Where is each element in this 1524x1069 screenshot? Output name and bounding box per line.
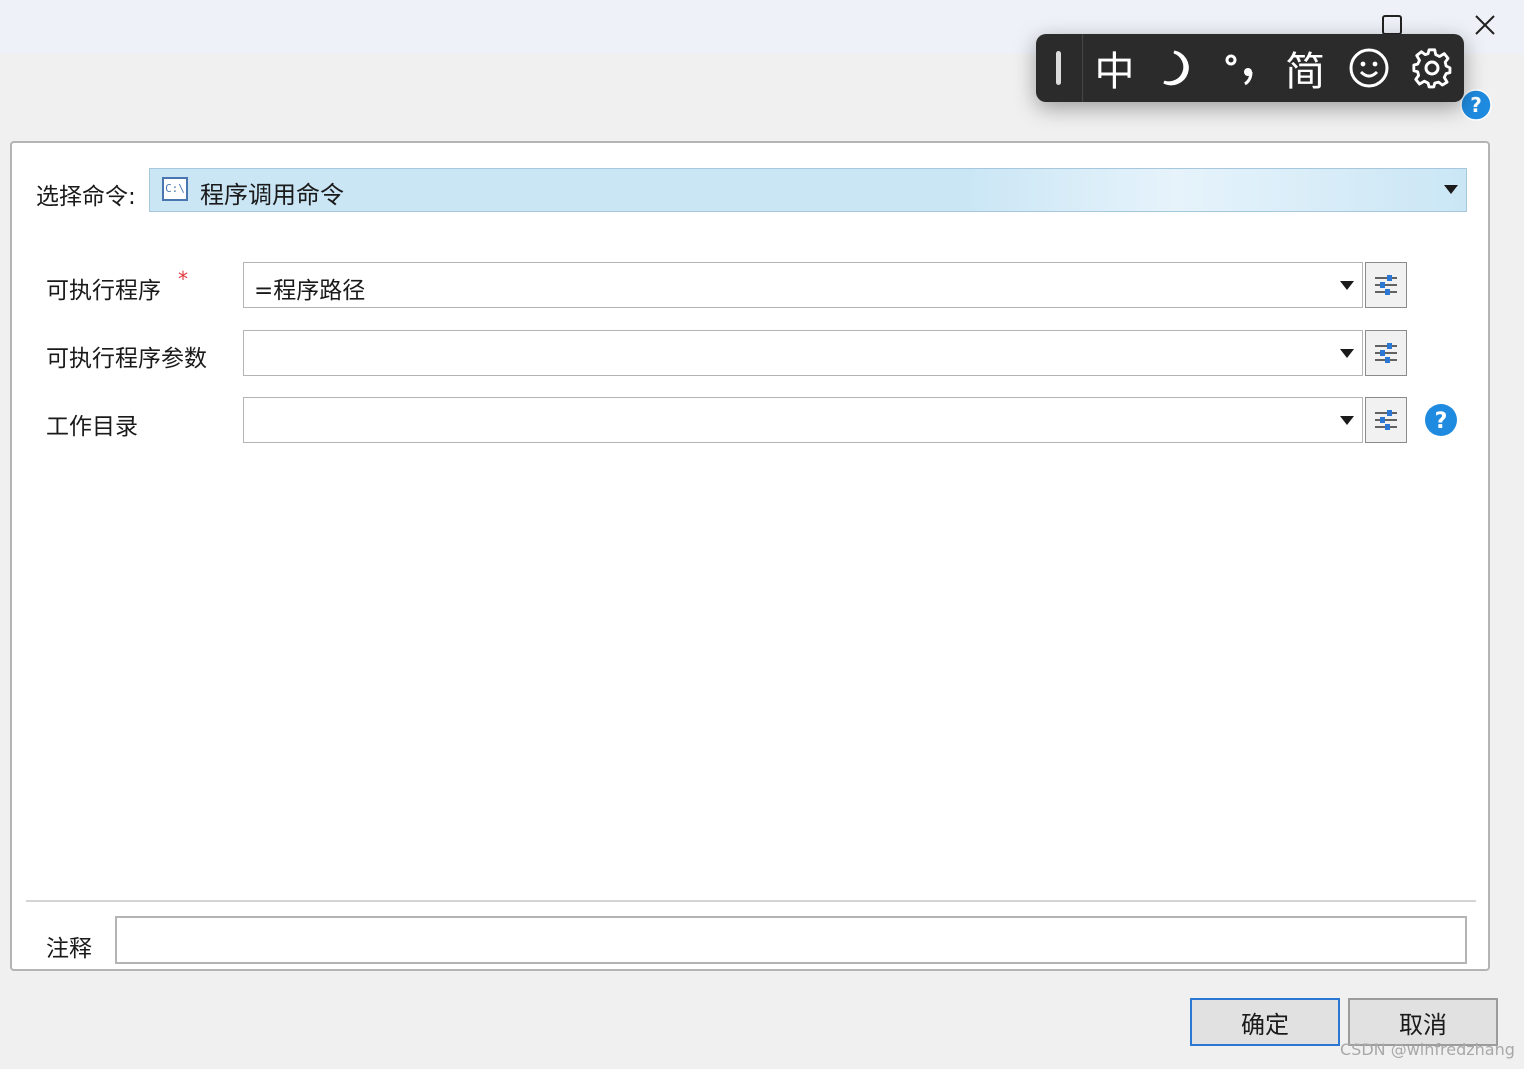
sliders-icon — [1375, 343, 1397, 363]
chevron-down-icon[interactable] — [1340, 416, 1354, 425]
smiley-icon[interactable] — [1337, 34, 1401, 102]
chevron-down-icon — [1444, 185, 1458, 194]
ok-button[interactable]: 确定 — [1190, 998, 1340, 1046]
working-dir-help-icon[interactable]: ? — [1424, 403, 1458, 437]
field-label-executable: 可执行程序 — [46, 278, 161, 304]
comment-input[interactable] — [115, 916, 1467, 964]
gear-icon[interactable] — [1400, 34, 1464, 102]
close-button[interactable] — [1455, 0, 1515, 50]
sliders-icon — [1375, 275, 1397, 295]
command-label: 选择命令: — [36, 184, 136, 210]
arguments-param-button[interactable] — [1365, 330, 1407, 376]
field-label-arguments: 可执行程序参数 — [46, 346, 207, 372]
ime-toolbar: 中 简 — [1036, 34, 1464, 102]
executable-param-button[interactable] — [1365, 262, 1407, 308]
ime-mode-toggle[interactable]: 中 — [1083, 34, 1147, 102]
required-marker: * — [178, 267, 188, 291]
ime-script-toggle[interactable]: 简 — [1273, 34, 1337, 102]
comment-label: 注释 — [46, 936, 92, 962]
sliders-icon — [1375, 410, 1397, 430]
arguments-input[interactable] — [243, 330, 1363, 376]
executable-value: =程序路径 — [254, 278, 366, 304]
maximize-icon — [1382, 15, 1402, 35]
chevron-down-icon[interactable] — [1340, 281, 1354, 290]
cancel-button[interactable]: 取消 — [1348, 998, 1498, 1046]
svg-text:?: ? — [1435, 409, 1448, 434]
command-select[interactable]: C:\ 程序调用命令 — [149, 168, 1467, 212]
command-panel: 选择命令: C:\ 程序调用命令 可执行程序 * =程序路径 可执行程序参数 工… — [10, 141, 1490, 971]
command-value: 程序调用命令 — [200, 181, 344, 209]
close-icon — [1475, 15, 1495, 35]
working-dir-input[interactable] — [243, 397, 1363, 443]
svg-text:?: ? — [1470, 93, 1482, 117]
field-label-working-dir: 工作目录 — [46, 414, 138, 440]
punctuation-icon[interactable] — [1210, 34, 1274, 102]
watermark: CSDN @winfredzhang — [1340, 1040, 1515, 1059]
minimize-icon — [1291, 14, 1313, 36]
ime-drag-handle[interactable] — [1036, 34, 1083, 102]
console-icon: C:\ — [162, 177, 188, 201]
moon-icon[interactable] — [1146, 34, 1210, 102]
top-help-icon[interactable]: ? — [1460, 89, 1492, 121]
executable-input[interactable]: =程序路径 — [243, 262, 1363, 308]
section-divider — [26, 900, 1476, 902]
working-dir-param-button[interactable] — [1365, 397, 1407, 443]
chevron-down-icon[interactable] — [1340, 349, 1354, 358]
